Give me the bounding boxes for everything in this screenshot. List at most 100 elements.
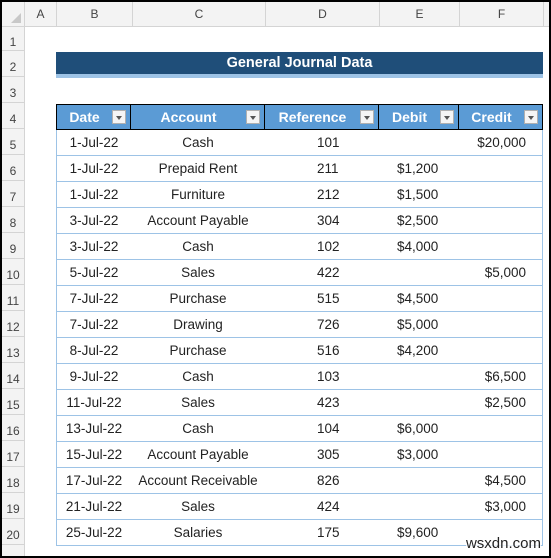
cell-reference[interactable]: 212	[265, 182, 379, 207]
row-header-10[interactable]: 10	[2, 259, 24, 285]
cell-account[interactable]: Account Payable	[131, 442, 265, 467]
cell-credit[interactable]: $20,000	[459, 130, 542, 155]
column-header-d[interactable]: D	[266, 2, 380, 26]
cell-reference[interactable]: 104	[265, 416, 379, 441]
row-header-2[interactable]: 2	[2, 51, 24, 77]
row-header-5[interactable]: 5	[2, 129, 24, 155]
cell-account[interactable]: Sales	[131, 390, 265, 415]
cell-debit[interactable]: $3,000	[379, 442, 459, 467]
row-header-8[interactable]: 8	[2, 207, 24, 233]
cell-debit[interactable]: $9,600	[379, 520, 459, 545]
cell-date[interactable]: 11-Jul-22	[57, 390, 131, 415]
cell-reference[interactable]: 103	[265, 364, 379, 389]
cell-account[interactable]: Cash	[131, 234, 265, 259]
cell-reference[interactable]: 304	[265, 208, 379, 233]
cell-reference[interactable]: 211	[265, 156, 379, 181]
filter-dropdown-icon[interactable]	[246, 110, 260, 124]
cell-date[interactable]: 17-Jul-22	[57, 468, 131, 493]
cell-reference[interactable]: 102	[265, 234, 379, 259]
cell-credit[interactable]	[459, 338, 542, 363]
cell-debit[interactable]: $4,500	[379, 286, 459, 311]
cell-debit[interactable]	[379, 260, 459, 285]
row-header-3[interactable]: 3	[2, 77, 24, 103]
cell-credit[interactable]	[459, 182, 542, 207]
cell-reference[interactable]: 423	[265, 390, 379, 415]
cell-account[interactable]: Furniture	[131, 182, 265, 207]
row-header-7[interactable]: 7	[2, 181, 24, 207]
row-header-15[interactable]: 15	[2, 389, 24, 415]
column-header-f[interactable]: F	[460, 2, 544, 26]
cell-debit[interactable]: $1,500	[379, 182, 459, 207]
row-header-14[interactable]: 14	[2, 363, 24, 389]
cell-account[interactable]: Account Payable	[131, 208, 265, 233]
cell-account[interactable]: Account Receivable	[131, 468, 265, 493]
cell-account[interactable]: Sales	[131, 494, 265, 519]
cell-credit[interactable]	[459, 312, 542, 337]
cell-date[interactable]: 5-Jul-22	[57, 260, 131, 285]
cell-account[interactable]: Cash	[131, 416, 265, 441]
column-header-b[interactable]: B	[57, 2, 133, 26]
cell-date[interactable]: 13-Jul-22	[57, 416, 131, 441]
cell-date[interactable]: 3-Jul-22	[57, 234, 131, 259]
column-header-e[interactable]: E	[380, 2, 460, 26]
cell-account[interactable]: Cash	[131, 364, 265, 389]
cell-credit[interactable]: $2,500	[459, 390, 542, 415]
cell-date[interactable]: 3-Jul-22	[57, 208, 131, 233]
cell-debit[interactable]: $4,200	[379, 338, 459, 363]
row-header-11[interactable]: 11	[2, 285, 24, 311]
cell-account[interactable]: Salaries	[131, 520, 265, 545]
cell-credit[interactable]	[459, 442, 542, 467]
cell-reference[interactable]: 305	[265, 442, 379, 467]
cell-date[interactable]: 1-Jul-22	[57, 182, 131, 207]
filter-dropdown-icon[interactable]	[360, 110, 374, 124]
cell-debit[interactable]: $6,000	[379, 416, 459, 441]
row-header-4[interactable]: 4	[2, 103, 24, 129]
cell-date[interactable]: 25-Jul-22	[57, 520, 131, 545]
cell-date[interactable]: 15-Jul-22	[57, 442, 131, 467]
cell-credit[interactable]	[459, 156, 542, 181]
cell-date[interactable]: 8-Jul-22	[57, 338, 131, 363]
cell-debit[interactable]	[379, 468, 459, 493]
cell-reference[interactable]: 726	[265, 312, 379, 337]
cell-date[interactable]: 1-Jul-22	[57, 130, 131, 155]
cell-reference[interactable]: 101	[265, 130, 379, 155]
cell-debit[interactable]	[379, 494, 459, 519]
cell-account[interactable]: Cash	[131, 130, 265, 155]
row-header-19[interactable]: 19	[2, 493, 24, 519]
cell-reference[interactable]: 424	[265, 494, 379, 519]
cell-credit[interactable]: $5,000	[459, 260, 542, 285]
cell-credit[interactable]: $6,500	[459, 364, 542, 389]
cell-debit[interactable]: $5,000	[379, 312, 459, 337]
row-header-13[interactable]: 13	[2, 337, 24, 363]
cell-reference[interactable]: 422	[265, 260, 379, 285]
cell-credit[interactable]	[459, 234, 542, 259]
filter-dropdown-icon[interactable]	[524, 110, 538, 124]
row-header-16[interactable]: 16	[2, 415, 24, 441]
cell-debit[interactable]: $2,500	[379, 208, 459, 233]
column-header-a[interactable]: A	[25, 2, 57, 26]
cell-account[interactable]: Sales	[131, 260, 265, 285]
row-header-20[interactable]: 20	[2, 519, 24, 545]
cell-account[interactable]: Purchase	[131, 286, 265, 311]
cell-date[interactable]: 7-Jul-22	[57, 312, 131, 337]
cell-date[interactable]: 9-Jul-22	[57, 364, 131, 389]
cell-credit[interactable]	[459, 286, 542, 311]
cell-debit[interactable]: $4,000	[379, 234, 459, 259]
row-header-9[interactable]: 9	[2, 233, 24, 259]
filter-dropdown-icon[interactable]	[112, 110, 126, 124]
cell-reference[interactable]: 175	[265, 520, 379, 545]
cell-date[interactable]: 7-Jul-22	[57, 286, 131, 311]
select-all-button[interactable]	[2, 2, 25, 26]
cell-reference[interactable]: 826	[265, 468, 379, 493]
cell-debit[interactable]: $1,200	[379, 156, 459, 181]
cell-account[interactable]: Prepaid Rent	[131, 156, 265, 181]
row-header-6[interactable]: 6	[2, 155, 24, 181]
cell-reference[interactable]: 516	[265, 338, 379, 363]
cell-debit[interactable]	[379, 364, 459, 389]
row-header-1[interactable]: 1	[2, 27, 24, 51]
cell-credit[interactable]: $3,000	[459, 494, 542, 519]
row-header-18[interactable]: 18	[2, 467, 24, 493]
cell-credit[interactable]	[459, 416, 542, 441]
cell-date[interactable]: 1-Jul-22	[57, 156, 131, 181]
column-header-c[interactable]: C	[133, 2, 266, 26]
